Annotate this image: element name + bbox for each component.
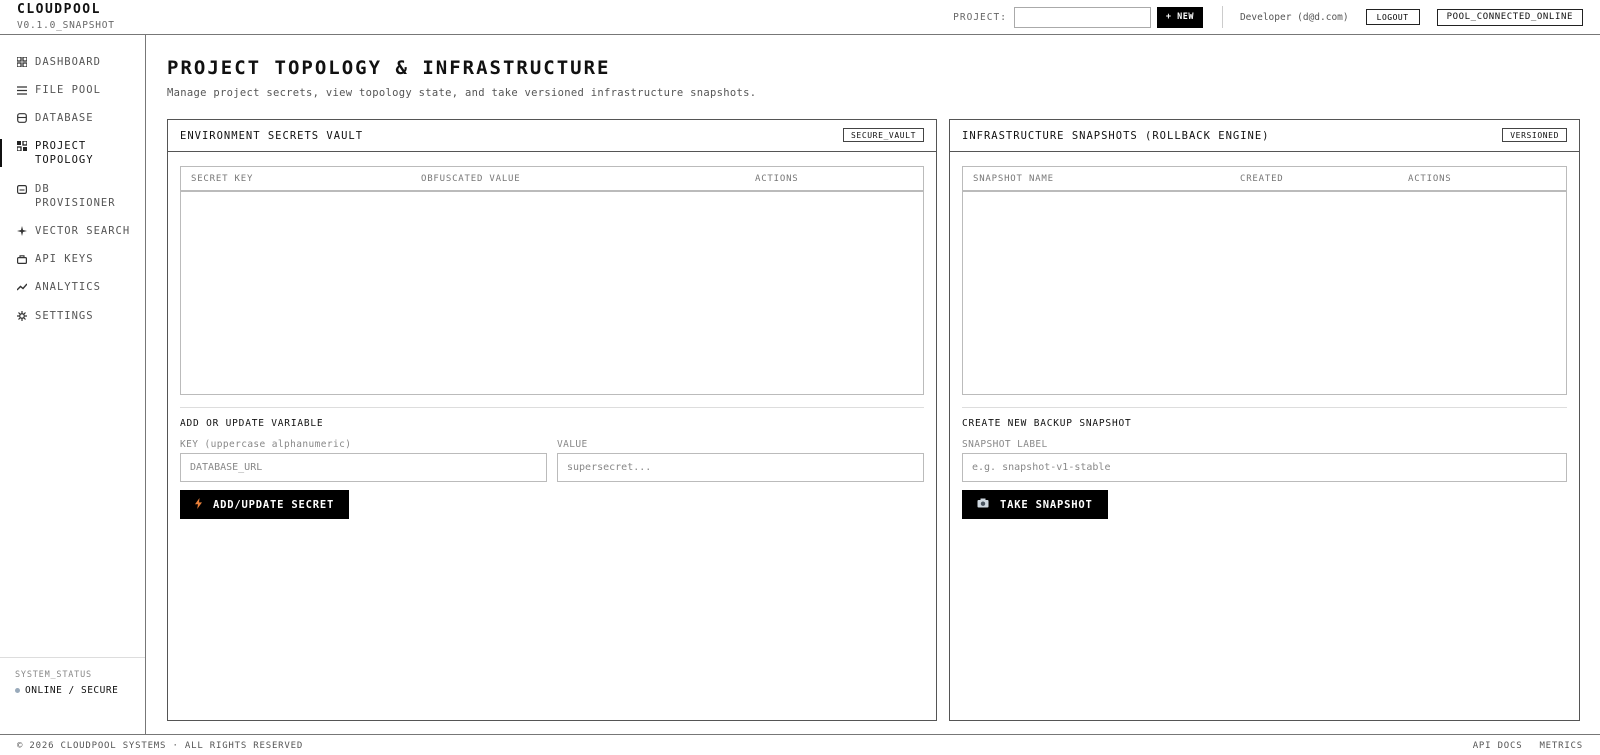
sparkle-icon (16, 225, 28, 237)
project-label: PROJECT: (953, 11, 1007, 23)
system-status-value-row: ONLINE / SECURE (15, 685, 130, 696)
form-title: CREATE NEW BACKUP SNAPSHOT (962, 418, 1132, 429)
section-divider (180, 407, 924, 408)
page-subtitle: Manage project secrets, view topology st… (167, 87, 757, 99)
form-title: ADD OR UPDATE VARIABLE (180, 418, 324, 429)
gear-icon (16, 310, 28, 322)
column-header-actions: ACTIONS (755, 174, 799, 184)
sidebar-item-database[interactable]: DATABASE (0, 111, 145, 125)
sidebar-item-label: FILE POOL (35, 84, 101, 96)
snapshot-label-input[interactable] (962, 453, 1567, 482)
sidebar-item-label: VECTOR SEARCH (35, 225, 131, 237)
metrics-link[interactable]: METRICS (1539, 741, 1583, 751)
status-dot-icon (15, 688, 20, 693)
take-snapshot-button[interactable]: TAKE SNAPSHOT (962, 490, 1108, 519)
sidebar-item-label: DATABASE (35, 112, 94, 124)
sidebar-item-file-pool[interactable]: FILE POOL (0, 83, 145, 97)
sidebar-item-analytics[interactable]: ANALYTICS (0, 280, 145, 294)
add-update-secret-button[interactable]: ADD/UPDATE SECRET (180, 490, 350, 519)
database-icon (16, 112, 28, 124)
snapshots-table: SNAPSHOT NAME CREATED ACTIONS (962, 166, 1567, 395)
secret-key-input[interactable] (180, 453, 547, 482)
sidebar-item-label: DB PROVISIONER (35, 183, 116, 209)
list-icon (16, 84, 28, 96)
lightning-bolt-icon (195, 497, 202, 512)
sidebar-item-project-topology[interactable]: PROJECT TOPOLOGY (0, 139, 145, 167)
camera-icon (977, 498, 989, 511)
sidebar-item-dashboard[interactable]: DASHBOARD (0, 55, 145, 69)
button-label: TAKE SNAPSHOT (1000, 498, 1093, 511)
column-header-snapshot-name[interactable]: SNAPSHOT NAME (973, 174, 1054, 184)
system-status-label: SYSTEM_STATUS (15, 670, 92, 680)
brand-name: CLOUDPOOL (17, 2, 101, 17)
snapshot-label-field-label: SNAPSHOT LABEL (962, 439, 1048, 450)
snapshots-panel: INFRASTRUCTURE SNAPSHOTS (ROLLBACK ENGIN… (949, 119, 1580, 721)
sidebar-item-settings[interactable]: SETTINGS (0, 309, 145, 323)
brand[interactable]: CLOUDPOOL V0.1.0_SNAPSHOT (17, 2, 115, 31)
sidebar-item-label: SETTINGS (35, 310, 94, 322)
brand-version: V0.1.0_SNAPSHOT (17, 20, 115, 31)
sidebar-item-label: ANALYTICS (35, 281, 101, 293)
sidebar-item-label: API KEYS (35, 253, 94, 265)
panel-title: INFRASTRUCTURE SNAPSHOTS (ROLLBACK ENGIN… (962, 130, 1270, 142)
secrets-table: SECRET KEY OBFUSCATED VALUE ACTIONS (180, 166, 924, 395)
topology-icon (16, 140, 28, 152)
copyright-text: © 2026 CLOUDPOOL SYSTEMS · ALL RIGHTS RE… (17, 741, 304, 751)
system-status-panel: SYSTEM_STATUS ONLINE / SECURE (0, 657, 145, 734)
button-label: ADD/UPDATE SECRET (213, 498, 335, 511)
top-header: CLOUDPOOL V0.1.0_SNAPSHOT PROJECT: + NEW… (0, 0, 1600, 35)
section-divider (962, 407, 1567, 408)
api-docs-link[interactable]: API DOCS (1473, 741, 1523, 751)
secret-value-input[interactable] (557, 453, 924, 482)
logout-button[interactable]: LOGOUT (1365, 9, 1420, 25)
system-status-value: ONLINE / SECURE (25, 685, 119, 696)
panel-header: ENVIRONMENT SECRETS VAULT SECURE_VAULT (168, 120, 936, 152)
column-header-created[interactable]: CREATED (1240, 174, 1284, 184)
user-identity: Developer (d@d.com) (1239, 11, 1349, 23)
value-field-label: VALUE (557, 439, 588, 450)
key-field-label: KEY (uppercase alphanumeric) (180, 439, 352, 450)
column-header-obfuscated-value[interactable]: OBFUSCATED VALUE (421, 174, 521, 184)
sidebar-item-vector-search[interactable]: VECTOR SEARCH (0, 224, 145, 238)
chart-icon (16, 281, 28, 293)
versioned-badge: VERSIONED (1502, 128, 1567, 142)
page-title: PROJECT TOPOLOGY & INFRASTRUCTURE (167, 57, 611, 79)
snapshots-table-header: SNAPSHOT NAME CREATED ACTIONS (963, 167, 1566, 192)
new-project-button[interactable]: + NEW (1156, 6, 1203, 28)
grid-icon (16, 56, 28, 68)
key-icon (16, 253, 28, 265)
secure-vault-badge: SECURE_VAULT (843, 128, 924, 142)
sidebar-item-label: PROJECT TOPOLOGY (35, 140, 94, 166)
header-divider (1221, 6, 1223, 28)
footer: © 2026 CLOUDPOOL SYSTEMS · ALL RIGHTS RE… (0, 734, 1600, 755)
panel-header: INFRASTRUCTURE SNAPSHOTS (ROLLBACK ENGIN… (950, 120, 1579, 152)
secrets-table-header: SECRET KEY OBFUSCATED VALUE ACTIONS (181, 167, 923, 192)
panel-title: ENVIRONMENT SECRETS VAULT (180, 130, 364, 142)
sidebar-item-label: DASHBOARD (35, 56, 101, 68)
column-header-secret-key[interactable]: SECRET KEY (191, 174, 253, 184)
server-icon (16, 183, 28, 195)
sidebar: DASHBOARD FILE POOL DATABASE PROJECT TOP… (0, 35, 146, 734)
project-input[interactable] (1013, 6, 1151, 28)
sidebar-item-api-keys[interactable]: API KEYS (0, 252, 145, 266)
pool-status-badge: POOL_CONNECTED_ONLINE (1436, 8, 1583, 26)
secrets-vault-panel: ENVIRONMENT SECRETS VAULT SECURE_VAULT S… (167, 119, 937, 721)
column-header-actions: ACTIONS (1408, 174, 1452, 184)
sidebar-item-db-provisioner[interactable]: DB PROVISIONER (0, 182, 145, 210)
